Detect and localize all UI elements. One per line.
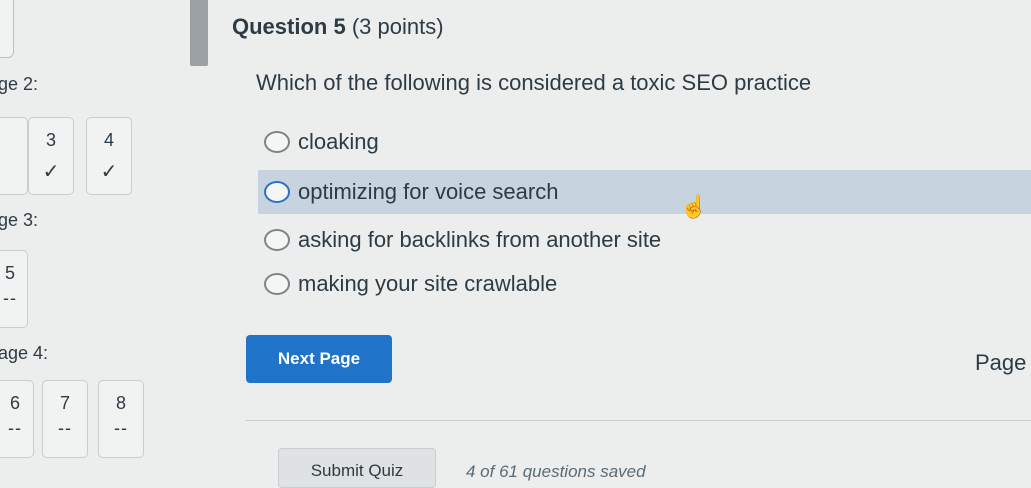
answer-option-voice-search[interactable]: optimizing for voice search: [258, 170, 1031, 214]
submit-quiz-button[interactable]: Submit Quiz: [278, 448, 436, 488]
question-number-label: Question 5: [232, 14, 346, 39]
radio-button[interactable]: [264, 273, 290, 295]
unanswered-marker: --: [58, 418, 72, 438]
checkmark-icon: ✓: [100, 161, 118, 183]
question-number: 3: [45, 130, 56, 150]
question-navigation-sidebar: ge 2: 3 ✓ 4 ✓ ge 3: 5 -- age 4: 6 -- 7 -…: [0, 0, 190, 477]
question-box-7[interactable]: 7 --: [42, 380, 88, 458]
unanswered-marker: --: [114, 418, 128, 438]
question-box-4[interactable]: 4 ✓: [86, 117, 132, 195]
previous-question-box[interactable]: [0, 0, 14, 58]
answer-label: making your site crawlable: [298, 271, 558, 296]
page-4-label: age 4:: [0, 343, 49, 363]
question-number: 8: [115, 393, 126, 413]
radio-button[interactable]: [264, 181, 290, 203]
question-number: 5: [4, 263, 15, 283]
question-box-6[interactable]: 6 --: [0, 380, 34, 458]
page-label: Page: [975, 350, 1027, 375]
page-2-label: ge 2:: [0, 74, 39, 94]
question-box-8[interactable]: 8 --: [98, 380, 144, 458]
sidebar-scrollbar[interactable]: [190, 0, 208, 66]
question-box-5[interactable]: 5 --: [0, 250, 28, 328]
hand-pointer-cursor-icon: ☝: [680, 194, 708, 219]
answer-option-crawlable[interactable]: making your site crawlable: [258, 262, 557, 306]
radio-button[interactable]: [264, 131, 290, 153]
answer-label: optimizing for voice search: [298, 179, 559, 204]
next-page-button[interactable]: Next Page: [246, 335, 392, 383]
radio-button[interactable]: [264, 229, 290, 251]
question-text: Which of the following is considered a t…: [256, 70, 812, 95]
answer-option-backlinks[interactable]: asking for backlinks from another site: [258, 218, 661, 262]
answer-option-cloaking[interactable]: cloaking: [258, 120, 379, 164]
answer-label: cloaking: [298, 129, 379, 154]
question-header: Question 5 (3 points): [232, 14, 444, 40]
question-number: 7: [59, 393, 70, 413]
question-number: 6: [9, 393, 20, 413]
question-box-3[interactable]: 3 ✓: [28, 117, 74, 195]
checkmark-icon: ✓: [42, 161, 60, 183]
answer-label: asking for backlinks from another site: [298, 227, 662, 252]
saved-status-text: 4 of 61 questions saved: [466, 462, 646, 481]
unanswered-marker: --: [8, 418, 22, 438]
question-points: (3 points): [351, 14, 444, 39]
page-3-label: ge 3:: [0, 210, 39, 230]
divider: [246, 420, 1031, 421]
question-box-2[interactable]: [0, 117, 28, 195]
unanswered-marker: --: [3, 288, 17, 308]
question-number: 4: [103, 130, 114, 150]
